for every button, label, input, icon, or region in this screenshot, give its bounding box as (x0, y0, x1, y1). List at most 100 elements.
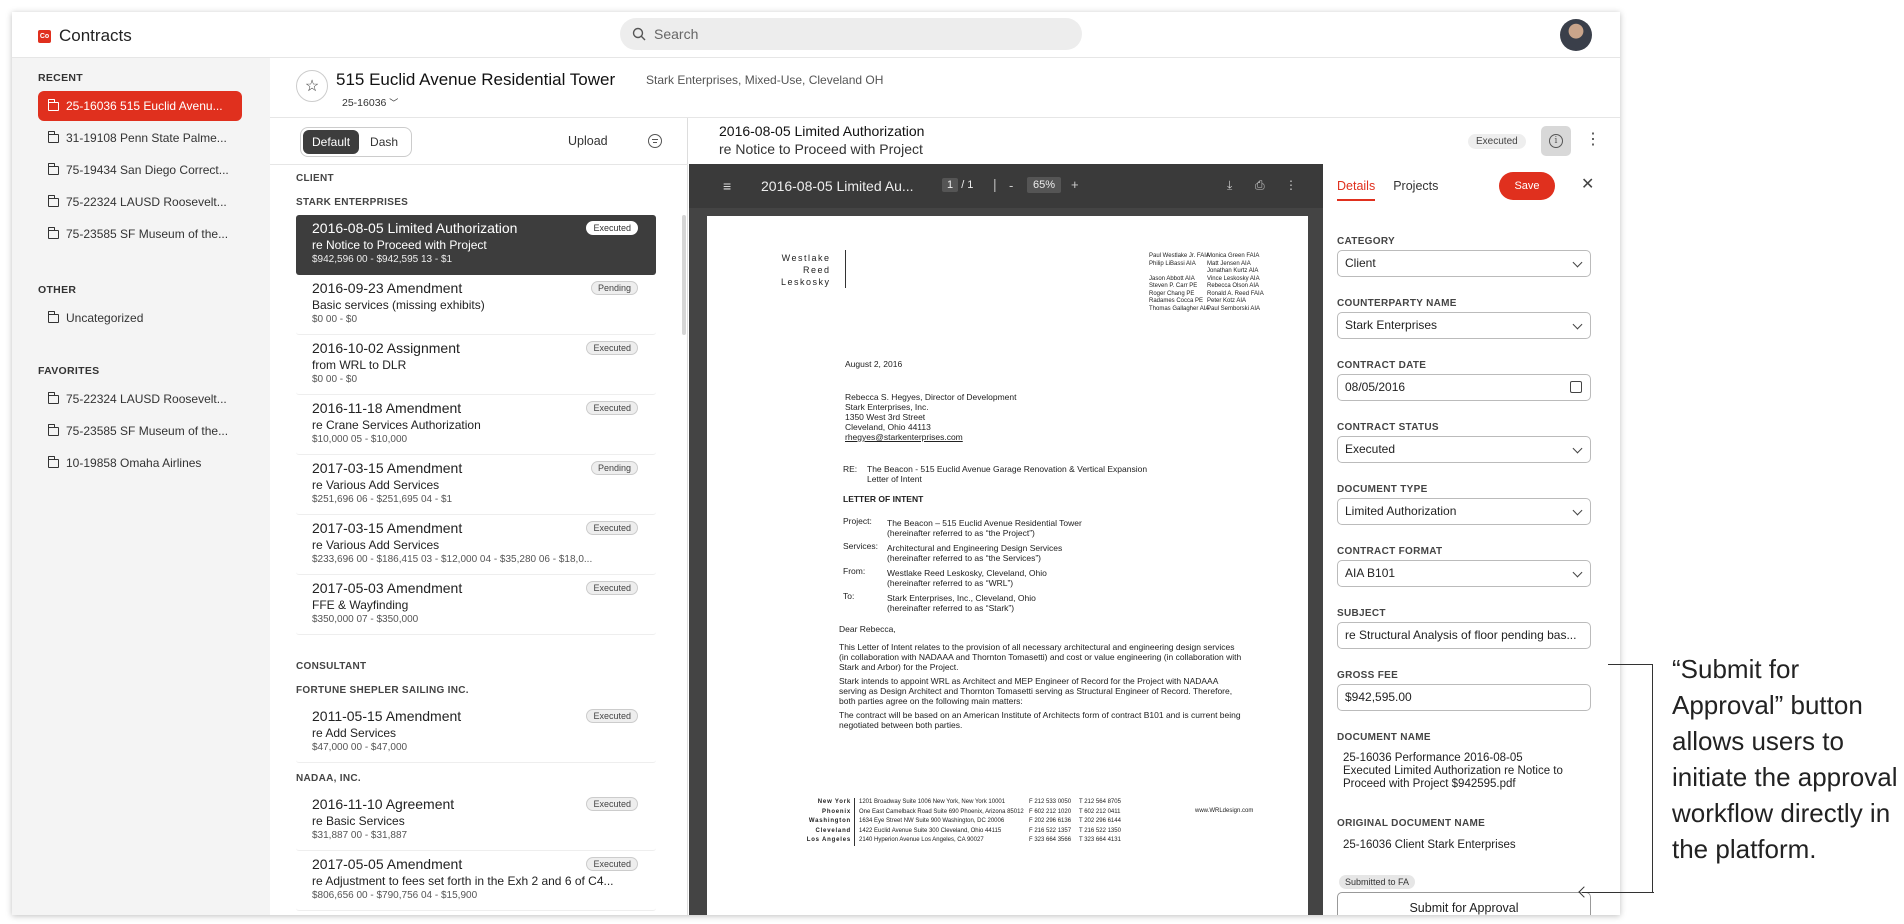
partner-name: Rebecca Olson AIA (1207, 283, 1260, 289)
chevron-down-icon: ﹀ (389, 98, 399, 108)
category-select[interactable]: Client (1337, 250, 1591, 277)
document-card[interactable]: 2017-05-03 Amendment FFE & Wayfinding $3… (296, 575, 656, 635)
card-subtitle: from WRL to DLR (312, 358, 407, 372)
footer-fax-line: F 602 212 1020 (1029, 808, 1072, 815)
document-card[interactable]: 2016-08-05 Limited Authorization re Noti… (296, 215, 656, 275)
logo-line: Westlake (781, 253, 831, 263)
document-card[interactable]: 2017-03-15 Amendment re Various Add Serv… (296, 515, 656, 575)
partner-name: Radames Cocca PE (1149, 298, 1204, 304)
consultant-org-label: NADAA, INC. (296, 773, 361, 784)
view-default-button[interactable]: Default (303, 130, 360, 154)
details-panel: Details Projects Save ✕ CATEGORY Client … (1323, 164, 1620, 915)
zoom-in-button[interactable]: + (1071, 177, 1079, 192)
document-card[interactable]: 2016-10-02 Assignment from WRL to DLR $0… (296, 335, 656, 395)
partner-name: Matt Jensen AIA (1207, 260, 1251, 267)
counterparty-select[interactable]: Stark Enterprises (1337, 312, 1591, 339)
search-icon (632, 27, 646, 41)
sidebar-item-uncategorized[interactable]: Uncategorized (38, 303, 242, 333)
subject-field[interactable]: re Structural Analysis of floor pending … (1337, 622, 1591, 649)
document-type-select[interactable]: Limited Authorization (1337, 498, 1591, 525)
document-card[interactable]: 2017-03-15 Amendment re Various Add Serv… (296, 455, 656, 515)
document-card[interactable]: 2016-11-10 Agreement re Basic Services $… (296, 791, 656, 851)
folder-icon (47, 423, 59, 436)
submit-for-approval-button[interactable]: Submit for Approval (1337, 892, 1591, 915)
folder-icon (47, 98, 59, 111)
filter-icon[interactable] (648, 134, 662, 148)
zoom-out-button[interactable]: - (1009, 178, 1013, 193)
project-number-dropdown[interactable]: 25-16036 ﹀ (342, 96, 398, 109)
status-badge: Executed (1468, 134, 1526, 149)
zoom-level[interactable]: 65% (1027, 177, 1062, 193)
toolbar-divider: | (993, 176, 997, 192)
sidebar-item-recent-4[interactable]: 75-22324 LAUSD Roosevelt... (38, 187, 242, 217)
partner-name: Peter Kotz AIA (1207, 298, 1247, 304)
more-options-icon[interactable]: ⋮ (1585, 132, 1601, 148)
search-bar[interactable] (620, 18, 1082, 50)
card-meta: $942,596 00 - $942,595 13 - $1 (312, 254, 453, 265)
from-label: From: (843, 566, 866, 576)
chevron-down-icon (1572, 257, 1583, 268)
sidebar-item-recent-1[interactable]: 25-16036 515 Euclid Avenu... (38, 91, 242, 121)
tab-details[interactable]: Details (1337, 179, 1376, 201)
tab-projects[interactable]: Projects (1393, 179, 1438, 201)
sidebar-item-favorite-2[interactable]: 75-23585 SF Museum of the... (38, 416, 242, 446)
info-button[interactable]: i (1541, 126, 1571, 156)
view-dash-button[interactable]: Dash (361, 130, 407, 154)
sidebar-item-recent-2[interactable]: 31-19108 Penn State Palme... (38, 123, 242, 153)
footer-fax-line: F 202 296 6136 (1029, 818, 1072, 824)
client-org-label: STARK ENTERPRISES (296, 197, 409, 208)
footer-city: Washington (808, 818, 851, 824)
page-total: / 1 (961, 179, 974, 191)
calendar-icon[interactable] (1570, 381, 1582, 393)
contract-date-field[interactable]: 08/05/2016 (1337, 374, 1591, 401)
document-card[interactable]: 2016-11-18 Amendment re Crane Services A… (296, 395, 656, 455)
footer-phone-line: T 202 296 6144 (1079, 818, 1121, 824)
document-card[interactable]: 2011-05-15 Amendment re Add Services $47… (296, 703, 656, 763)
more-options-icon[interactable]: ⋮ (1285, 178, 1297, 192)
card-meta: $233,696 00 - $186,415 03 - $12,000 04 -… (312, 554, 593, 565)
document-type-value: Limited Authorization (1345, 504, 1457, 518)
sidebar-item-recent-3[interactable]: 75-19434 San Diego Correct... (38, 155, 242, 185)
partner-name: Paul Westlake Jr. FAIA (1149, 253, 1210, 259)
callout-connector-bottom (1582, 892, 1654, 893)
download-icon[interactable]: ⤓ (1227, 178, 1232, 193)
document-card[interactable]: 2017-05-05 Amendment re Adjustment to fe… (296, 851, 656, 911)
card-subtitle: re Various Add Services (312, 478, 440, 492)
brand[interactable]: Co Contracts (38, 26, 132, 46)
card-meta: $350,000 07 - $350,000 (312, 614, 419, 625)
viewer-header: 2016-08-05 Limited Authorization re Noti… (689, 118, 1620, 164)
status-badge: Pending (590, 461, 638, 475)
pdf-toolbar: ≡ 2016-08-05 Limited Au... 1 / 1 | - 65%… (689, 164, 1323, 208)
search-input[interactable] (654, 26, 1054, 42)
card-meta: $47,000 00 - $47,000 (312, 742, 408, 753)
contract-status-select[interactable]: Executed (1337, 436, 1591, 463)
sidebar-item-label: 75-19434 San Diego Correct... (66, 163, 229, 177)
favorites-section-label: FAVORITES (38, 365, 100, 377)
sidebar-item-recent-5[interactable]: 75-23585 SF Museum of the... (38, 219, 242, 249)
pdf-filename: 2016-08-05 Limited Au... (761, 178, 914, 194)
gross-fee-field[interactable]: $942,595.00 (1337, 684, 1591, 711)
gross-fee-label: GROSS FEE (1337, 670, 1399, 681)
chevron-down-icon (1572, 505, 1583, 516)
menu-icon[interactable]: ≡ (723, 178, 731, 194)
footer-address: 1634 Eye Street NW Suite 900 Washington,… (859, 818, 1005, 824)
save-button[interactable]: Save (1499, 172, 1555, 200)
sidebar-item-favorite-1[interactable]: 75-22324 LAUSD Roosevelt... (38, 384, 242, 414)
close-icon[interactable]: ✕ (1581, 174, 1594, 194)
upload-button[interactable]: Upload (568, 134, 608, 148)
document-card[interactable]: 2016-09-23 Amendment Basic services (mis… (296, 275, 656, 335)
card-meta: $31,887 00 - $31,887 (312, 830, 408, 841)
sidebar-item-favorite-3[interactable]: 10-19858 Omaha Airlines (38, 448, 242, 478)
contract-format-select[interactable]: AIA B101 (1337, 560, 1591, 587)
list-scrollbar[interactable] (682, 215, 686, 335)
footer-city: Phoenix (822, 808, 851, 815)
card-subtitle: re Adjustment to fees set forth in the E… (312, 874, 614, 888)
print-icon[interactable]: ⎙ (1255, 178, 1265, 193)
user-avatar[interactable] (1560, 19, 1592, 51)
partners-column-1: Paul Westlake Jr. FAIA Philip LiBassi AI… (1149, 253, 1210, 313)
footer-phone-line: T 216 522 1350 (1079, 827, 1121, 834)
favorite-button[interactable]: ☆ (296, 70, 328, 102)
contract-format-label: CONTRACT FORMAT (1337, 546, 1443, 557)
services-lines: Architectural and Engineering Design Ser… (887, 543, 1062, 563)
page-input[interactable]: 1 (942, 178, 959, 192)
